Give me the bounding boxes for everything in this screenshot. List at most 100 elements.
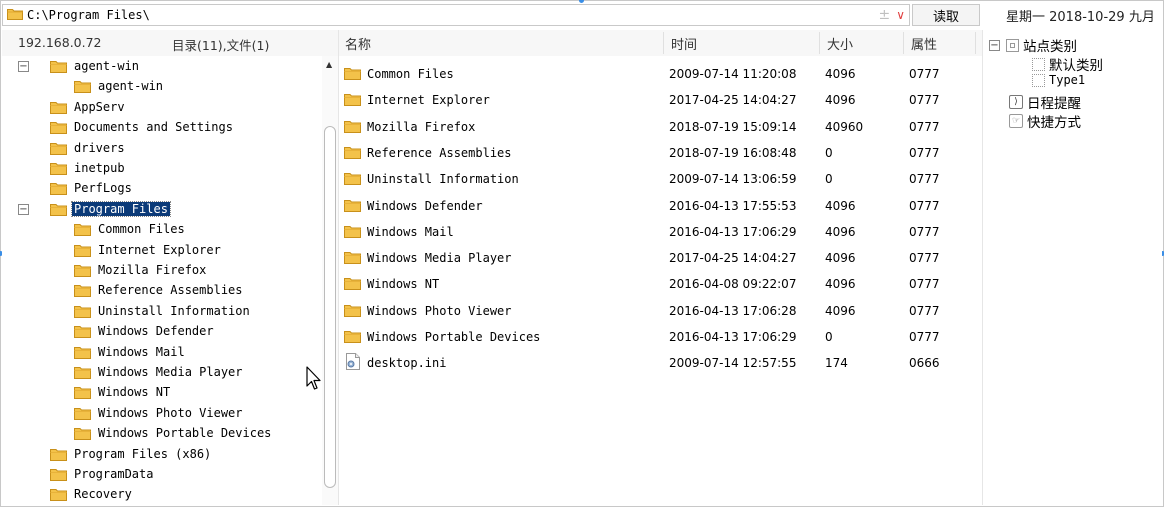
category-item-icon [1032, 57, 1045, 71]
file-row[interactable]: Windows Portable Devices 2016-04-13 17:06… [339, 323, 983, 349]
file-row[interactable]: Common Files 2009-07-14 11:20:08 4096 0777 [339, 60, 983, 86]
file-row[interactable]: Uninstall Information 2009-07-14 13:06:59… [339, 165, 983, 191]
tree-item[interactable]: Program Files (x86) [2, 445, 322, 464]
tree-item[interactable]: agent-win [2, 77, 322, 96]
tree-item[interactable]: Windows Photo Viewer [2, 404, 322, 423]
add-bookmark-icon[interactable]: ± [878, 7, 890, 23]
tree-item-label: Windows Portable Devices [98, 426, 272, 441]
file-time: 2009-07-14 12:57:55 [669, 356, 797, 371]
tree-item[interactable]: ProgramData [2, 465, 322, 484]
folder-icon [74, 324, 91, 341]
folder-icon [50, 181, 67, 198]
file-row[interactable]: Windows Photo Viewer 2016-04-13 17:06:28 4… [339, 297, 983, 323]
tree-item[interactable]: Common Files [2, 220, 322, 239]
tree-item[interactable]: Windows NT [2, 383, 322, 402]
folder-icon [74, 385, 91, 402]
folder-icon [74, 345, 91, 362]
chevron-down-icon[interactable]: ∨ [896, 8, 905, 22]
file-time: 2016-04-13 17:06:29 [669, 224, 797, 239]
tree-item[interactable]: Windows Portable Devices [2, 424, 322, 443]
tree-item[interactable]: Windows Defender [2, 322, 322, 341]
scroll-up-icon[interactable]: ▲ [326, 60, 332, 69]
tree-scrollbar[interactable]: ▲ [322, 56, 338, 505]
column-divider[interactable] [903, 32, 904, 54]
default-category-label: 默认类别 [1049, 58, 1103, 74]
tree-item[interactable]: Documents and Settings [2, 118, 322, 137]
file-attr: 0777 [909, 172, 940, 187]
tree-item[interactable]: AppServ [2, 98, 322, 117]
tree-item[interactable]: Mozilla Firefox [2, 261, 322, 280]
site-panel: − 站点类别 默认类别 Type1 ⟩ 日程提醒 ☞ 快捷方式 [982, 30, 1162, 505]
file-size: 4096 [825, 224, 856, 239]
folder-icon [344, 276, 361, 293]
file-row[interactable]: Internet Explorer 2017-04-25 14:04:27 4096… [339, 86, 983, 112]
folder-icon [74, 79, 91, 96]
tree-item-label: Internet Explorer [98, 242, 221, 257]
file-attr: 0777 [909, 67, 940, 81]
tree-item[interactable]: Internet Explorer [2, 241, 322, 260]
file-list-panel: 名称 时间 大小 属性 Common Files 2009-07-14 11:20… [338, 30, 983, 505]
column-divider[interactable] [975, 32, 976, 54]
collapse-icon[interactable]: − [18, 203, 29, 215]
read-button[interactable]: 读取 [912, 4, 980, 26]
folder-icon [344, 250, 361, 267]
folder-icon [344, 119, 361, 136]
file-size: 4096 [825, 251, 856, 266]
file-row[interactable]: Windows Media Player 2017-04-25 14:04:27 4… [339, 244, 983, 270]
folder-icon [74, 283, 91, 300]
column-size[interactable]: 大小 [827, 34, 853, 53]
tree-item[interactable]: Windows Media Player [2, 363, 322, 382]
file-size: 4096 [825, 198, 856, 213]
column-name[interactable]: 名称 [345, 34, 371, 53]
tree-item-site-category[interactable]: − 站点类别 [989, 35, 1077, 55]
file-attr: 0777 [909, 119, 940, 134]
column-divider[interactable] [663, 32, 664, 54]
tree-item[interactable]: Recovery [2, 485, 322, 504]
tree-header: 192.168.0.72 目录(11),文件(1) [2, 30, 338, 56]
tree-item[interactable]: PerfLogs [2, 179, 322, 198]
file-row[interactable]: Windows Mail 2016-04-13 17:06:29 4096 0777 [339, 218, 983, 244]
file-row[interactable]: Windows NT 2016-04-08 09:22:07 4096 0777 [339, 270, 983, 296]
tree-item-label: drivers [74, 140, 125, 155]
item-counts: 目录(11),文件(1) [172, 38, 270, 53]
folder-icon [50, 467, 67, 484]
file-size: 4096 [825, 277, 856, 292]
tree-item[interactable]: − agent-win [2, 57, 322, 76]
file-name: Windows Media Player [367, 251, 512, 266]
collapse-icon[interactable]: − [18, 61, 29, 72]
tree-item-shortcut[interactable]: ☞ 快捷方式 [1009, 111, 1081, 131]
folder-icon [50, 161, 67, 178]
file-time: 2018-07-19 15:09:14 [669, 119, 797, 134]
file-attr: 0777 [909, 303, 940, 318]
scrollbar-thumb[interactable] [324, 126, 336, 488]
tree-item-label: Common Files [98, 222, 185, 237]
tree-item[interactable]: Windows Mail [2, 343, 322, 362]
file-attr: 0777 [909, 330, 940, 344]
file-row[interactable]: Reference Assemblies 2018-07-19 16:08:48 0… [339, 139, 983, 165]
tree-item[interactable]: inetpub [2, 159, 322, 178]
column-divider[interactable] [819, 32, 820, 54]
file-attr: 0777 [909, 93, 940, 108]
file-row[interactable]: desktop.ini 2009-07-14 12:57:55 174 0666 [339, 349, 983, 375]
tree-item-label: Uninstall Information [98, 303, 250, 318]
folder-icon [344, 224, 361, 241]
tree-item-schedule[interactable]: ⟩ 日程提醒 [1009, 92, 1081, 112]
file-row[interactable]: Windows Defender 2016-04-13 17:55:53 4096 0… [339, 192, 983, 218]
tree-item[interactable]: Uninstall Information [2, 302, 322, 321]
file-attr: 0777 [909, 277, 940, 292]
path-input[interactable]: C:\Program Files\ ± ∨ [2, 4, 910, 26]
tree-item-type1[interactable]: Type1 [1032, 73, 1085, 87]
collapse-icon[interactable]: − [989, 39, 1000, 51]
file-size: 0 [825, 330, 833, 344]
tree-item[interactable]: Reference Assemblies [2, 281, 322, 300]
file-row[interactable]: Mozilla Firefox 2018-07-19 15:09:14 40960 0… [339, 113, 983, 139]
file-name: Mozilla Firefox [367, 119, 476, 134]
file-attr: 0777 [909, 224, 940, 239]
column-time[interactable]: 时间 [671, 34, 697, 53]
tree-item-label: Windows Mail [98, 344, 185, 359]
column-attr[interactable]: 属性 [911, 34, 937, 53]
tree-item[interactable]: − Program Files [2, 200, 322, 219]
file-size: 174 [825, 356, 848, 371]
tree-item[interactable]: drivers [2, 139, 322, 158]
tree-item-default-category[interactable]: 默认类别 [1032, 54, 1103, 74]
